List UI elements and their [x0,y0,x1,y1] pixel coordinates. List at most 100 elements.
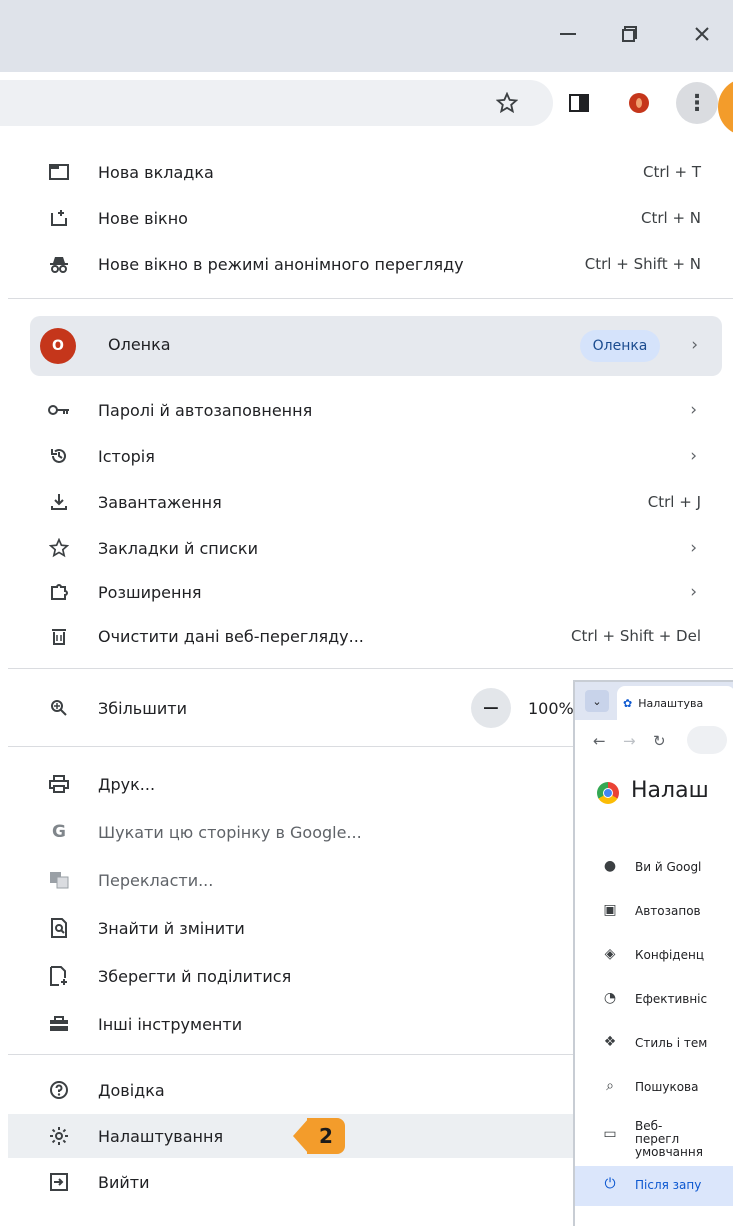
chevron-right-icon: › [691,335,698,355]
menu-item-label: Друк... [98,774,156,794]
chevron-right-icon: › [690,446,697,466]
printer-icon [46,771,72,797]
profile-chip: Оленка [580,330,660,362]
more-vert-icon[interactable]: ⋮ [676,82,718,124]
toolbox-icon [46,1011,72,1037]
menu-item-label: Налаштування [98,1126,224,1146]
menu-item-label: Знайти й змінити [98,918,245,938]
power-icon: ⏻ [604,1176,616,1192]
menu-item-clear-data[interactable]: Очистити дані веб-перегляду... Ctrl + Sh… [8,616,733,656]
window-titlebar [0,0,733,72]
step-callout-badge: 2 [293,1118,345,1154]
zoom-icon [46,695,72,721]
settings-nav-label: Ефективніс [635,992,708,1006]
menu-item-label: Збільшити [98,698,187,718]
menu-item-incognito[interactable]: Нове вікно в режимі анонімного перегляду… [8,244,733,284]
address-bar[interactable] [0,80,553,126]
shortcut-label: Ctrl + Shift + N [584,255,701,273]
person-icon: ● [603,858,617,874]
find-in-page-icon [46,915,72,941]
menu-item-label: Очистити дані веб-перегляду... [98,626,364,646]
restore-icon[interactable] [608,14,652,54]
settings-nav-default-browser[interactable]: ▭ Веб-перегл умовчання [575,1112,733,1162]
star-icon[interactable] [490,86,524,120]
menu-item-profile[interactable]: O Оленка Оленка › [30,316,722,376]
settings-nav-label: Веб-перегл умовчання [635,1119,703,1159]
menu-item-label: Інші інструменти [98,1014,243,1034]
settings-nav-label: Пошукова [635,1080,699,1094]
profile-avatar-icon[interactable] [622,86,656,120]
address-bar[interactable] [687,726,727,754]
menu-item-history[interactable]: Історія › [8,436,733,476]
incognito-icon [46,251,72,277]
chevron-right-icon: › [690,400,697,420]
help-icon [46,1077,72,1103]
menu-item-label: Шукати цю сторінку в Google... [98,822,362,842]
page-title: Налаш [631,778,709,803]
settings-nav-on-startup[interactable]: ⏻ Після запу [575,1166,733,1206]
minimize-icon[interactable] [546,14,590,54]
side-panel-icon[interactable] [562,86,596,120]
menu-item-downloads[interactable]: Завантаження Ctrl + J [8,482,733,522]
tab-search-dropdown[interactable]: ⌄ [585,690,609,712]
key-icon [46,397,72,423]
menu-item-bookmarks[interactable]: Закладки й списки › [8,528,733,568]
settings-nav-autofill[interactable]: ▣ Автозапов [575,892,733,932]
settings-nav-label: Після запу [635,1178,702,1192]
translate-icon [46,867,72,893]
menu-item-label: Довідка [98,1080,165,1100]
settings-nav-label: Ви й Googl [635,860,702,874]
gear-icon: ✿ [623,696,633,710]
tab-strip: ⌄ ✿ Налаштува [575,682,733,720]
puzzle-icon [46,579,72,605]
palette-icon: ❖ [603,1034,617,1050]
star-icon [46,535,72,561]
gear-icon [46,1123,72,1149]
settings-preview-window: ⌄ ✿ Налаштува ← → ↻ Налаш ● Ви й Googl ▣… [573,680,733,1226]
menu-item-extensions[interactable]: Розширення › [8,572,733,612]
menu-item-label: Історія [98,446,155,466]
menu-item-label: Вийти [98,1172,150,1192]
menu-item-label: Нова вкладка [98,162,214,182]
save-share-icon [46,963,72,989]
shortcut-label: Ctrl + N [640,209,701,227]
close-icon[interactable] [680,14,724,54]
settings-nav-performance[interactable]: ◔ Ефективніс [575,980,733,1020]
tab-title: Налаштува [638,696,704,710]
chrome-logo-icon [597,782,619,804]
history-icon [46,443,72,469]
settings-nav-search-engine[interactable]: ⌕ Пошукова [575,1068,733,1108]
menu-item-label: Паролі й автозаповнення [98,400,313,420]
profile-name: Оленка [108,335,171,354]
trash-icon [46,623,72,649]
back-arrow-icon[interactable]: ← [593,732,606,750]
menu-item-label: Нове вікно [98,208,188,228]
menu-item-passwords[interactable]: Паролі й автозаповнення › [8,390,733,430]
chevron-right-icon: › [690,582,697,602]
chevron-right-icon: › [690,538,697,558]
settings-nav-label: Стиль і тем [635,1036,708,1050]
download-icon [46,489,72,515]
menu-item-label: Розширення [98,582,202,602]
menu-item-label: Зберегти й поділитися [98,966,292,986]
settings-nav-privacy[interactable]: ◈ Конфіденц [575,936,733,976]
search-icon: ⌕ [606,1078,614,1094]
settings-nav-you-and-google[interactable]: ● Ви й Googl [575,848,733,888]
tab-settings[interactable]: ✿ Налаштува [617,686,733,720]
clipboard-icon: ▣ [603,902,617,918]
zoom-level: 100% [528,698,574,718]
settings-nav-appearance[interactable]: ❖ Стиль і тем [575,1024,733,1064]
speedometer-icon: ◔ [603,990,617,1006]
shortcut-label: Ctrl + Shift + Del [571,627,701,645]
zoom-out-button[interactable]: − [471,688,511,728]
menu-item-new-window[interactable]: Нове вікно Ctrl + N [8,198,733,238]
reload-icon[interactable]: ↻ [653,732,666,750]
browser-icon: ▭ [603,1126,617,1142]
browser-toolbar: ⋮ [0,72,733,134]
menu-item-new-tab[interactable]: Нова вкладка Ctrl + T [8,152,733,192]
menu-item-label: Закладки й списки [98,538,258,558]
new-tab-icon [46,159,72,185]
forward-arrow-icon[interactable]: → [623,732,636,750]
settings-nav-label: Автозапов [635,904,701,918]
menu-item-label: Нове вікно в режимі анонімного перегляду [98,254,464,274]
